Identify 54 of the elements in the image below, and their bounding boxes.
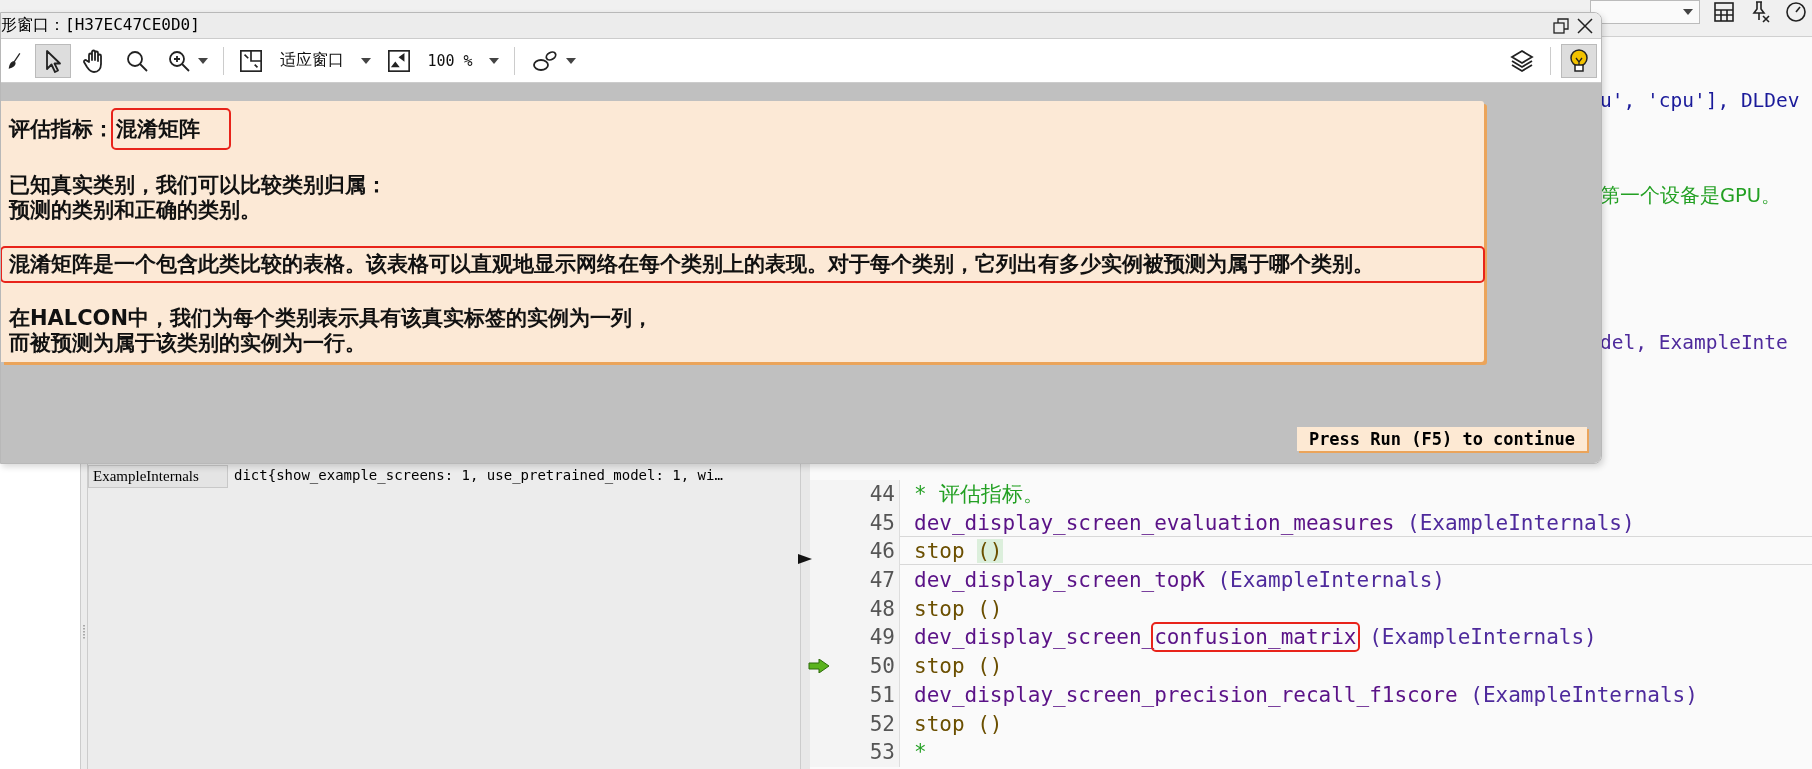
caret-icon[interactable] <box>1683 9 1693 15</box>
code-token: dev_display_screen_topK <box>914 568 1205 593</box>
code-token: stop <box>914 539 966 564</box>
line-number: 48 <box>869 596 895 621</box>
card-text: 而被预测为属于该类别的实例为一行。 <box>9 331 367 356</box>
code-token: stop () <box>914 711 1003 736</box>
code-token: * <box>914 740 927 765</box>
card-text: 已知真实类别，我们可以比较类别归属： <box>9 173 388 198</box>
code-fragment: u', 'cpu'], DLDev <box>1600 88 1801 114</box>
caret-icon[interactable] <box>489 57 499 64</box>
code-token: * 评估指标。 <box>914 482 1045 506</box>
variable-name[interactable]: ExampleInternals <box>88 465 228 488</box>
line-number: 45 <box>869 510 895 535</box>
line-number: 51 <box>869 682 895 707</box>
line-number: 49 <box>869 625 895 650</box>
close-icon[interactable] <box>1577 17 1593 34</box>
line-number: 50 <box>869 654 895 679</box>
card-text: 在HALCON中，我们为每个类别表示具有该真实标签的实例为一列， <box>9 306 655 331</box>
code-token: (ExampleInternals) <box>1368 625 1597 650</box>
code-token: () <box>977 539 1003 564</box>
caret-icon[interactable] <box>198 57 208 64</box>
fit-tool[interactable]: 适应窗口 <box>234 44 376 77</box>
caret-icon[interactable] <box>566 57 576 64</box>
zoom-tool[interactable]: 100 % <box>382 44 504 77</box>
line-number: 53 <box>869 740 895 765</box>
card-text: 预测的类别和正确的类别。 <box>9 198 262 223</box>
line-number: 52 <box>869 711 895 736</box>
caret-icon[interactable] <box>361 57 371 64</box>
dropdown-field[interactable] <box>1590 0 1700 24</box>
continue-button[interactable]: Press Run (F5) to continue <box>1296 427 1587 451</box>
gauge-icon[interactable] <box>1784 0 1808 24</box>
code-token: (ExampleInternals) <box>1406 510 1635 535</box>
code-token: dev_display_screen_evaluation_measures <box>914 510 1395 535</box>
code-token: (ExampleInternals) <box>1469 682 1698 707</box>
code-token: confusion_matrix <box>1154 625 1357 650</box>
card-title: 混淆矩阵 <box>114 111 228 147</box>
grip-icon[interactable] <box>82 625 86 639</box>
variable-value: dict{show_example_screens: 1, use_pretrained_model: 1, wi… <box>233 466 724 486</box>
code-fragment: 第一个设备是GPU。 <box>1600 183 1783 209</box>
card-text: 混淆矩阵是一个包含此类比较的表格。该表格可以直观地显示网络在每个类别上的表现。对于每个类别，它列出有多少实例被预测为属于哪个类别。 <box>9 252 1375 277</box>
code-token: stop () <box>914 654 1003 679</box>
fit-window-icon[interactable] <box>239 48 263 73</box>
table-icon[interactable] <box>1712 0 1736 24</box>
code-token: dev_display_screen_precision_recall_f1score <box>914 682 1458 707</box>
code-token: stop () <box>914 596 1003 621</box>
restore-icon[interactable] <box>1553 17 1569 34</box>
card-title-label: 评估指标： <box>9 116 114 143</box>
line-number: 46 <box>869 539 895 564</box>
code-fragment: del, ExampleInte <box>1600 330 1789 356</box>
zoom-box-icon[interactable] <box>387 48 411 73</box>
window-title: 形窗口：[H37EC47CE0D0] <box>1 15 200 36</box>
line-number: 44 <box>869 482 895 506</box>
code-token: (ExampleInternals) <box>1216 568 1445 593</box>
line-number: 47 <box>869 568 895 593</box>
